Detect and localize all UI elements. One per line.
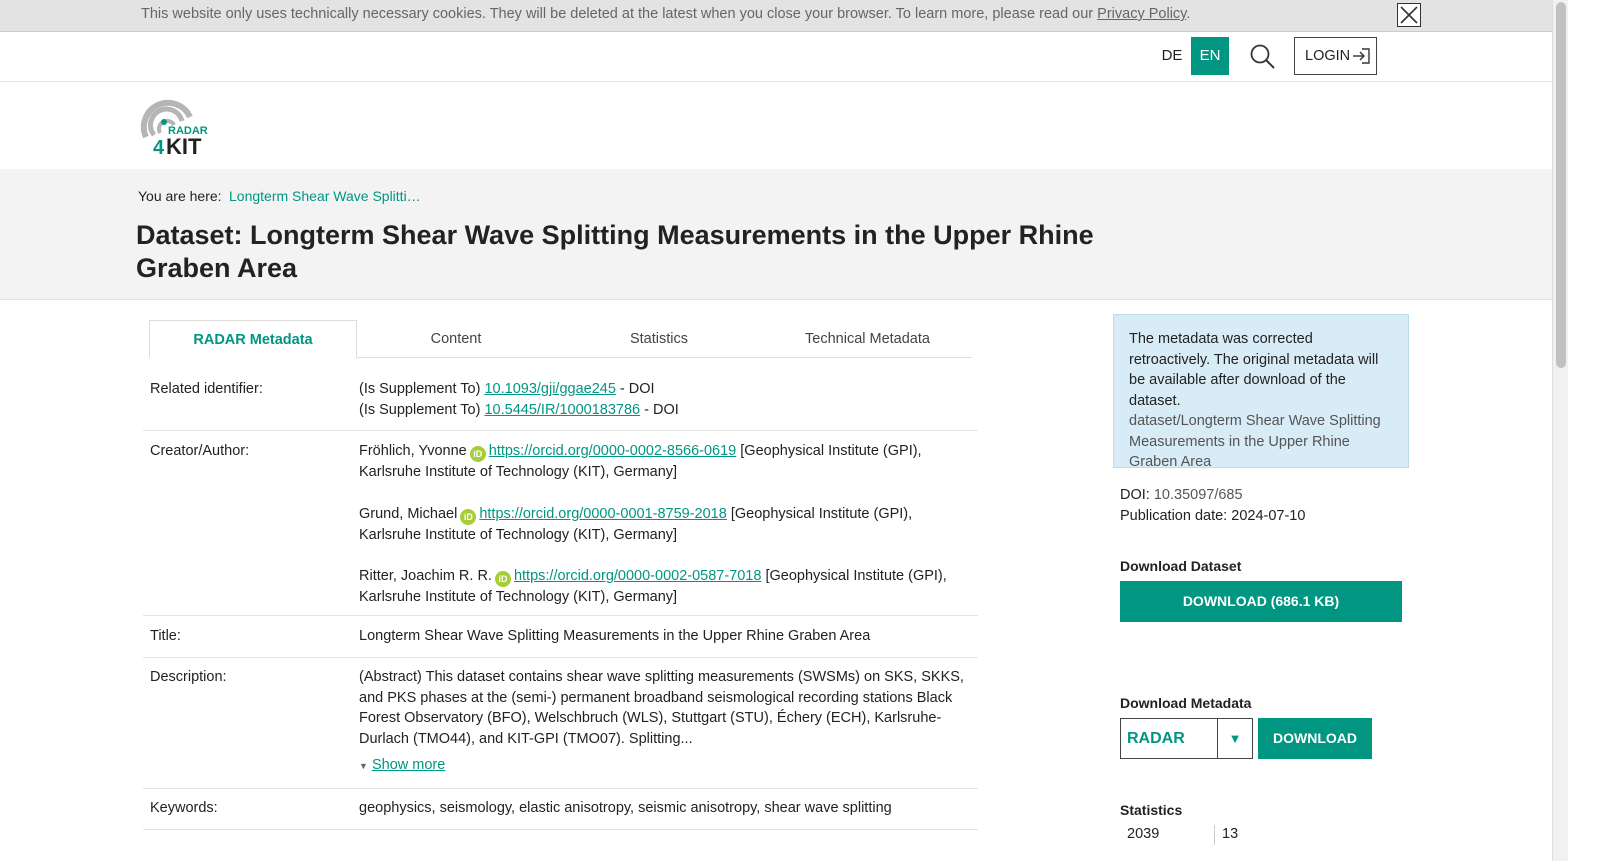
description-row: Description: (Abstract) This dataset con…: [143, 658, 978, 789]
language-en-button[interactable]: EN: [1191, 37, 1229, 75]
related-identifier-item: (Is Supplement To) 10.5445/IR/1000183786…: [359, 400, 969, 421]
notice-text: The metadata was corrected retroactively…: [1129, 331, 1379, 409]
breadcrumb-item[interactable]: Longterm Shear Wave Splitti…: [229, 188, 421, 204]
close-icon: [1400, 6, 1418, 24]
title-value: Longterm Shear Wave Splitting Measuremen…: [359, 628, 871, 644]
statistics-divider: [1214, 825, 1215, 845]
statistics-count: 13: [1222, 826, 1239, 842]
related-doi-link[interactable]: 10.5445/IR/1000183786: [484, 402, 640, 418]
related-identifier-label: Related identifier:: [150, 381, 263, 397]
publication-date-line: Publication date: 2024-07-10: [1120, 508, 1305, 524]
breadcrumb-label: You are here:: [138, 188, 222, 204]
privacy-policy-link[interactable]: Privacy Policy: [1097, 6, 1186, 22]
cookie-banner: This website only uses technically neces…: [0, 0, 1552, 32]
dropdown-arrow-icon[interactable]: ▼: [1217, 719, 1252, 758]
tab-statistics[interactable]: Statistics: [555, 320, 763, 358]
close-cookie-button[interactable]: [1397, 3, 1421, 27]
identifier-type: - DOI: [615, 381, 655, 397]
publication-date-value: 2024-07-10: [1231, 508, 1306, 524]
relation-type: (Is Supplement To): [359, 381, 485, 397]
statistics-year: 2039: [1127, 826, 1160, 842]
language-de-button[interactable]: DE: [1154, 37, 1190, 75]
cookie-text-end: .: [1186, 6, 1191, 22]
caret-down-icon: ▼: [359, 761, 368, 771]
doi-label: DOI:: [1120, 487, 1154, 503]
orcid-icon: iD: [494, 571, 511, 587]
description-text: (Abstract) This dataset contains shear w…: [359, 669, 964, 747]
metadata-format-select[interactable]: RADAR ▼: [1120, 718, 1253, 759]
metadata-format-value: RADAR: [1127, 730, 1185, 747]
creator-label: Creator/Author:: [150, 443, 250, 459]
show-more-toggle[interactable]: ▼ Show more: [359, 755, 969, 777]
tab-content[interactable]: Content: [357, 320, 555, 358]
tab-technical-metadata[interactable]: Technical Metadata: [763, 320, 972, 358]
title-row: Title: Longterm Shear Wave Splitting Mea…: [143, 616, 978, 658]
doi-value: 10.35097/685: [1153, 487, 1243, 503]
metadata-corrected-notice: The metadata was corrected retroactively…: [1113, 314, 1409, 470]
orcid-link[interactable]: https://orcid.org/0000-0002-8566-0619: [489, 443, 736, 459]
keywords-label: Keywords:: [150, 800, 218, 816]
description-label: Description:: [150, 669, 227, 685]
description-value: (Abstract) This dataset contains shear w…: [359, 667, 969, 777]
creator-row: Creator/Author: Fröhlich, Yvonne iD https:…: [143, 431, 978, 616]
creator-list: Fröhlich, Yvonne iD https://orcid.org/0000…: [359, 441, 969, 608]
tab-radar-metadata[interactable]: RADAR Metadata: [149, 320, 357, 358]
doi-line: DOI: 10.35097/685: [1120, 487, 1243, 503]
creator-name: Grund, Michael: [359, 505, 458, 522]
login-label: LOGIN: [1305, 48, 1351, 64]
search-icon[interactable]: [1249, 43, 1277, 71]
radar4kit-logo[interactable]: RADAR 4 KIT: [138, 95, 218, 159]
related-identifier-value: (Is Supplement To) 10.1093/gji/ggae245 -…: [359, 379, 969, 420]
relation-type: (Is Supplement To): [359, 401, 485, 418]
creator-item: Fröhlich, Yvonne iD https://orcid.org/0000…: [359, 441, 969, 483]
related-identifier-item: (Is Supplement To) 10.1093/gji/ggae245 -…: [359, 379, 969, 400]
scrollbar-thumb[interactable]: [1556, 2, 1566, 368]
orcid-icon: iD: [469, 446, 486, 462]
related-identifier-row: Related identifier: (Is Supplement To) 1…: [143, 370, 978, 431]
download-metadata-button[interactable]: DOWNLOAD: [1258, 718, 1372, 759]
statistics-heading: Statistics: [1120, 802, 1183, 818]
creator-item: Ritter, Joachim R. R. iD https://orcid.org…: [359, 566, 969, 608]
login-icon: [1353, 48, 1370, 64]
keywords-row: Keywords: geophysics, seismology, elasti…: [143, 789, 978, 830]
logo-four-text: 4: [153, 137, 165, 157]
publication-date-label: Publication date:: [1120, 508, 1232, 524]
download-metadata-heading: Download Metadata: [1120, 695, 1252, 711]
creator-item: Grund, Michael iD https://orcid.org/0000-0…: [359, 504, 969, 546]
notice-dataset-path: dataset/Longterm Shear Wave Splitting Me…: [1129, 413, 1381, 470]
creator-name: Ritter, Joachim R. R.: [359, 568, 492, 584]
orcid-icon: iD: [460, 508, 477, 525]
page-title: Dataset: Longterm Shear Wave Splitting M…: [136, 220, 1094, 283]
identifier-type: - DOI: [640, 401, 679, 418]
related-doi-link[interactable]: 10.1093/gji/ggae245: [484, 381, 615, 397]
title-label: Title:: [150, 628, 181, 644]
cookie-message: This website only uses technically neces…: [141, 6, 1190, 22]
orcid-link[interactable]: https://orcid.org/0000-0001-8759-2018: [479, 506, 726, 522]
download-dataset-button[interactable]: DOWNLOAD (686.1 KB): [1120, 581, 1402, 622]
keywords-value: geophysics, seismology, elastic anisotro…: [359, 800, 892, 816]
page-scrollbar[interactable]: [1552, 0, 1568, 861]
logo-kit-text: KIT: [166, 134, 202, 157]
login-button[interactable]: LOGIN: [1294, 37, 1377, 75]
orcid-link[interactable]: https://orcid.org/0000-0002-0587-7018: [514, 568, 761, 584]
creator-name: Fröhlich, Yvonne: [359, 443, 467, 459]
show-more-link[interactable]: Show more: [372, 757, 445, 773]
cookie-text: This website only uses technically neces…: [141, 6, 1098, 22]
download-dataset-heading: Download Dataset: [1120, 558, 1242, 574]
